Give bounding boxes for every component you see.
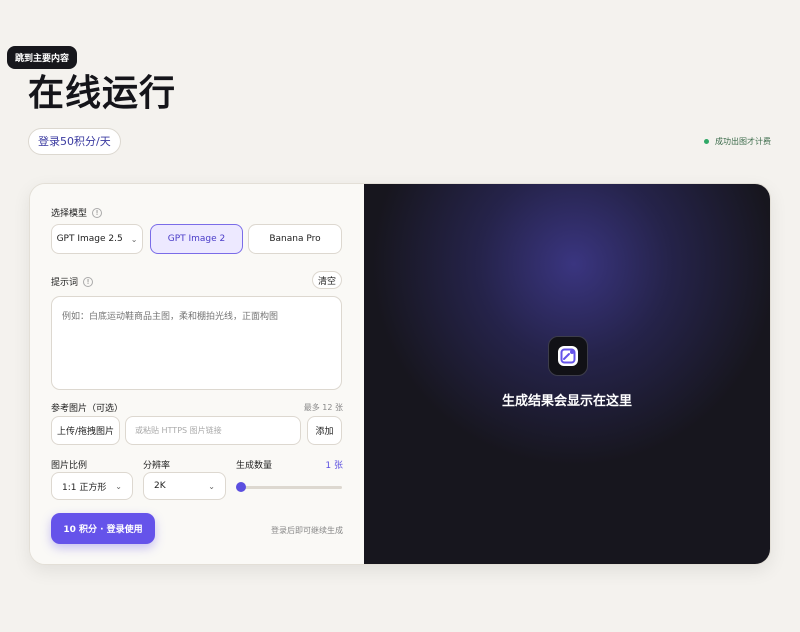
model-label-text: 选择模型: [51, 209, 88, 219]
clear-button[interactable]: 清空: [312, 271, 342, 289]
reference-label: 参考图片（可选）: [51, 404, 124, 414]
billing-status: 成功出图才计费: [704, 136, 771, 147]
prompt-input[interactable]: [51, 296, 342, 390]
model-label: 选择模型 !: [51, 206, 103, 219]
count-slider-track[interactable]: [236, 486, 342, 489]
model-option-gpt-image-2[interactable]: GPT Image 2: [150, 224, 243, 254]
ratio-value: 1:1 正方形: [62, 482, 107, 493]
count-slider-thumb[interactable]: [236, 482, 246, 492]
model-option-label: GPT Image 2: [167, 234, 226, 244]
help-icon[interactable]: !: [83, 276, 94, 287]
billing-status-text: 成功出图才计费: [715, 137, 771, 146]
result-placeholder-text: 生成结果会显示在这里: [501, 394, 632, 409]
ratio-label: 图片比例: [51, 461, 88, 471]
ratio-select[interactable]: 1:1 正方形 ⌄: [51, 472, 133, 500]
model-option-label: GPT Image 2.5: [56, 234, 123, 244]
reference-limit: 最多 12 张: [303, 403, 343, 412]
model-option-banana-pro[interactable]: Banana Pro: [248, 224, 342, 254]
upload-button[interactable]: 上传/拖拽图片: [51, 416, 120, 445]
result-panel: 生成结果会显示在这里: [364, 184, 770, 564]
login-hint: 登录后即可继续生成: [271, 526, 343, 535]
image-icon: [548, 336, 588, 376]
form-panel: 选择模型 ! GPT Image 2.5 ⌄ GPT Image 2 Banan…: [30, 184, 364, 564]
credits-badge: 登录50积分/天: [28, 128, 121, 155]
chevron-down-icon: ⌄: [208, 481, 215, 491]
resolution-label: 分辨率: [143, 461, 171, 471]
image-url-input[interactable]: 或粘贴 HTTPS 图片链接: [125, 416, 301, 445]
prompt-label: 提示词 !: [51, 275, 94, 288]
page-title: 在线运行: [28, 73, 177, 114]
add-url-button[interactable]: 添加: [307, 416, 342, 445]
model-option-gpt-image-2-5[interactable]: GPT Image 2.5 ⌄: [51, 224, 143, 254]
chevron-down-icon: ⌄: [115, 481, 122, 491]
resolution-select[interactable]: 2K ⌄: [143, 472, 226, 500]
status-dot-icon: [704, 139, 709, 144]
resolution-value: 2K: [154, 481, 166, 491]
chevron-down-icon: ⌄: [130, 234, 138, 244]
prompt-label-text: 提示词: [51, 278, 79, 288]
count-value: 1 张: [325, 461, 343, 471]
help-icon[interactable]: !: [92, 207, 103, 218]
login-generate-button[interactable]: 10 积分 · 登录使用: [51, 513, 155, 544]
generator-card: 选择模型 ! GPT Image 2.5 ⌄ GPT Image 2 Banan…: [29, 183, 771, 565]
model-option-label: Banana Pro: [269, 234, 321, 244]
count-label: 生成数量: [236, 461, 273, 471]
